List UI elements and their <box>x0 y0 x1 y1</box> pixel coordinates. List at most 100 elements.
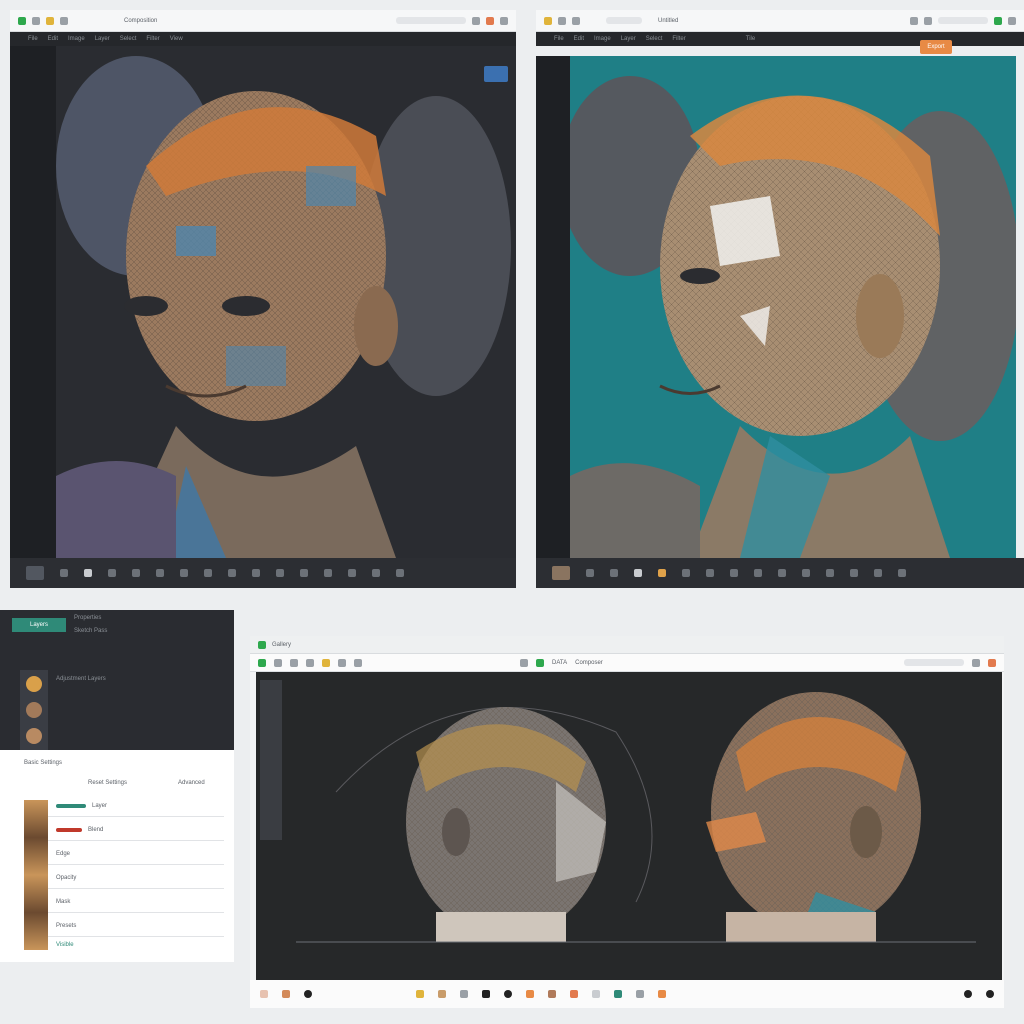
undo-icon[interactable] <box>338 658 346 667</box>
text-icon[interactable] <box>180 569 188 577</box>
thumbnail-strip[interactable] <box>20 670 48 750</box>
home-icon[interactable] <box>258 658 266 667</box>
settings-icon[interactable] <box>972 658 980 667</box>
undo-icon[interactable] <box>60 16 68 25</box>
export-button[interactable]: Export <box>920 40 952 54</box>
gradient-icon[interactable] <box>754 569 762 577</box>
menu-view[interactable]: View <box>170 36 183 42</box>
color-swatch-icon[interactable] <box>486 16 494 25</box>
menu-layer[interactable]: Layer <box>95 36 110 42</box>
swatch-icon[interactable] <box>636 990 644 998</box>
layer-thumbnail[interactable] <box>26 566 44 580</box>
save-icon[interactable] <box>572 16 580 25</box>
swatch-icon[interactable] <box>548 990 556 998</box>
color-icon[interactable] <box>260 990 268 998</box>
close-icon[interactable] <box>500 16 508 25</box>
canvas-left[interactable] <box>56 46 516 558</box>
eyedropper-icon[interactable] <box>778 569 786 577</box>
thumb-3[interactable] <box>26 728 42 744</box>
eraser-icon[interactable] <box>610 569 618 577</box>
crop-icon[interactable] <box>156 569 164 577</box>
layer-row-3[interactable]: Edge <box>48 844 224 865</box>
menu-edit[interactable]: Edit <box>574 36 584 42</box>
shape-icon[interactable] <box>204 569 212 577</box>
zoom-icon[interactable] <box>924 16 932 25</box>
tool-rail-right[interactable] <box>536 56 570 558</box>
search-field[interactable] <box>904 659 964 666</box>
tag-icon[interactable] <box>322 658 330 667</box>
pencil-icon[interactable] <box>634 569 642 577</box>
menu-image[interactable]: Image <box>68 36 85 42</box>
save-icon[interactable] <box>46 16 54 25</box>
swatch-icon[interactable] <box>526 990 534 998</box>
menu-file[interactable]: File <box>28 36 38 42</box>
layer-row-2[interactable]: Blend <box>48 820 224 841</box>
record-icon[interactable] <box>986 990 994 998</box>
reset-link[interactable]: Reset Settings <box>88 780 127 786</box>
menu-filter[interactable]: Filter <box>146 36 159 42</box>
canvas-bottom[interactable] <box>256 672 1002 980</box>
link-icon[interactable] <box>520 658 528 667</box>
hand-icon[interactable] <box>802 569 810 577</box>
title-field[interactable] <box>606 17 642 24</box>
swatch-icon[interactable] <box>614 990 622 998</box>
shape-icon[interactable] <box>706 569 714 577</box>
swatch-icon[interactable] <box>504 990 512 998</box>
search-field[interactable] <box>396 17 466 24</box>
layer-row-4[interactable]: Opacity <box>48 868 224 889</box>
brush-icon[interactable] <box>586 569 594 577</box>
grid-icon[interactable] <box>348 569 356 577</box>
menu-file[interactable]: File <box>554 36 564 42</box>
eyedropper-icon[interactable] <box>276 569 284 577</box>
grid-icon[interactable] <box>850 569 858 577</box>
fill-icon[interactable] <box>730 569 738 577</box>
swatch-icon[interactable] <box>570 990 578 998</box>
thumb-2[interactable] <box>26 702 42 718</box>
color-icon[interactable] <box>658 569 666 577</box>
layer-row-5[interactable]: Mask <box>48 892 224 913</box>
gradient-icon[interactable] <box>252 569 260 577</box>
swatch-icon[interactable] <box>460 990 468 998</box>
settings-icon[interactable] <box>472 16 480 25</box>
folder-icon[interactable] <box>558 16 566 25</box>
redo-icon[interactable] <box>354 658 362 667</box>
brush-icon[interactable] <box>60 569 68 577</box>
search-field[interactable] <box>938 17 988 24</box>
zoom-icon[interactable] <box>826 569 834 577</box>
swatch-icon[interactable] <box>482 990 490 998</box>
pencil-icon[interactable] <box>108 569 116 577</box>
lasso-icon[interactable] <box>132 569 140 577</box>
menu-edit[interactable]: Edit <box>48 36 58 42</box>
star-icon[interactable] <box>536 658 544 667</box>
canvas-right[interactable] <box>570 56 1016 558</box>
layer-thumbnail[interactable] <box>552 566 570 580</box>
menu-filter[interactable]: Filter <box>672 36 685 42</box>
close-icon[interactable] <box>1008 16 1016 25</box>
menu-layer[interactable]: Layer <box>621 36 636 42</box>
tab-properties[interactable]: Properties <box>74 615 101 621</box>
folder-icon[interactable] <box>274 658 282 667</box>
eraser-icon[interactable] <box>84 569 92 577</box>
layer-row-6[interactable]: Presets <box>48 916 224 937</box>
layers-icon[interactable] <box>874 569 882 577</box>
text-icon[interactable] <box>682 569 690 577</box>
brush-icon[interactable] <box>282 990 290 998</box>
save-icon[interactable] <box>290 658 298 667</box>
swatch-icon[interactable] <box>658 990 666 998</box>
zoom-icon[interactable] <box>324 569 332 577</box>
advanced-link[interactable]: Advanced <box>178 780 205 786</box>
menu-select[interactable]: Select <box>646 36 663 42</box>
sync-icon[interactable] <box>994 16 1002 25</box>
swatch-icon[interactable] <box>438 990 446 998</box>
layers-icon[interactable] <box>372 569 380 577</box>
gallery-tab[interactable]: Gallery <box>272 642 291 648</box>
swatch-icon[interactable] <box>592 990 600 998</box>
settings-icon[interactable] <box>898 569 906 577</box>
tool-rail-left[interactable] <box>10 46 56 558</box>
thumb-1[interactable] <box>26 676 42 692</box>
swatch-icon[interactable] <box>416 990 424 998</box>
hand-icon[interactable] <box>300 569 308 577</box>
folder-icon[interactable] <box>32 16 40 25</box>
menu-image[interactable]: Image <box>594 36 611 42</box>
record-icon[interactable] <box>304 990 312 998</box>
